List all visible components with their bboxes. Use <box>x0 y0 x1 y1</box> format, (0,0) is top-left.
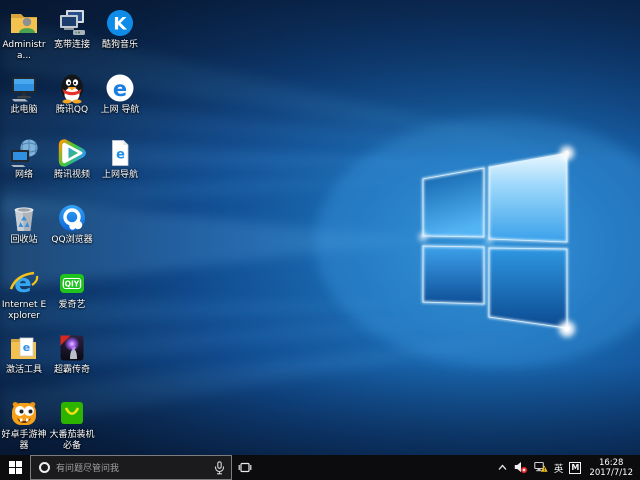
svg-text:K: K <box>113 15 127 35</box>
desktop-icon-iqiyi[interactable]: iQIYI 爱奇艺 <box>48 264 96 329</box>
system-tray: 英 M 16:28 2017/7/12 <box>494 455 640 480</box>
language-label: 英 <box>554 461 564 475</box>
qq-browser-icon <box>56 202 88 234</box>
windows-logo-icon <box>9 461 22 474</box>
tencent-video-icon <box>56 137 88 169</box>
desktop-icon-datomato[interactable]: 大番茄装机必备 <box>48 394 96 455</box>
tray-show-hidden-icons[interactable] <box>494 455 511 480</box>
tray-language-indicator[interactable]: 英 <box>551 455 567 480</box>
cortana-search-box[interactable]: 有问题尽管问我 <box>30 455 232 480</box>
cortana-icon <box>39 462 50 473</box>
web-nav-doc-icon: e <box>104 137 136 169</box>
recycle-bin-icon <box>8 202 40 234</box>
monster-game-icon <box>8 397 40 429</box>
desktop-icon-chaoba-legend[interactable]: 超霸传奇 <box>48 329 96 394</box>
desktop-icon-this-pc[interactable]: 此电脑 <box>0 69 48 134</box>
qq-penguin-icon <box>56 72 88 104</box>
network-warning-icon <box>534 461 548 474</box>
desktop-icon-label: 上网导航 <box>102 170 138 181</box>
taskbar-clock[interactable]: 16:28 2017/7/12 <box>584 458 637 478</box>
desktop-icon-label: 宽带连接 <box>54 40 90 51</box>
desktop-icon-web-nav[interactable]: e 上网 导航 <box>96 69 144 134</box>
legend-game-icon <box>56 332 88 364</box>
broadband-icon <box>56 7 88 39</box>
desktop[interactable]: Administra... 此电脑 网络 <box>0 0 640 455</box>
user-folder-icon <box>8 7 40 39</box>
clock-time: 16:28 <box>599 458 624 468</box>
desktop-icon-network[interactable]: 网络 <box>0 134 48 199</box>
desktop-icon-label: 腾讯视频 <box>54 170 90 181</box>
desktop-icon-web-nav-shortcut[interactable]: e 上网导航 <box>96 134 144 199</box>
svg-text:e: e <box>23 341 30 354</box>
desktop-icon-label: 激活工具 <box>6 365 42 376</box>
web-nav-circle-icon: e <box>104 72 136 104</box>
desktop-icon-recycle-bin[interactable]: 回收站 <box>0 199 48 264</box>
desktop-icon-label: 好卓手游神器 <box>0 430 48 451</box>
desktop-icon-qq-browser[interactable]: QQ浏览器 <box>48 199 96 264</box>
desktop-icon-label: Internet Explorer <box>0 300 48 321</box>
tomato-bag-icon <box>56 397 88 429</box>
taskbar: 有问题尽管问我 <box>0 455 640 480</box>
tray-volume-muted[interactable] <box>511 455 531 480</box>
network-icon <box>8 137 40 169</box>
clock-date: 2017/7/12 <box>589 468 633 478</box>
tray-ime-indicator[interactable]: M <box>566 455 584 480</box>
task-view-icon <box>238 461 252 474</box>
desktop-icon-label: 网络 <box>15 170 33 181</box>
desktop-icon-label: 腾讯QQ <box>56 105 88 116</box>
desktop-icon-internet-explorer[interactable]: e Internet Explorer <box>0 264 48 329</box>
desktop-icon-administrator[interactable]: Administra... <box>0 4 48 69</box>
search-placeholder: 有问题尽管问我 <box>56 461 214 474</box>
desktop-icon-label: 此电脑 <box>10 105 37 116</box>
kugou-music-icon: K <box>104 7 136 39</box>
microphone-icon[interactable] <box>214 461 225 475</box>
desktop-icon-activation-tool[interactable]: e 激活工具 <box>0 329 48 394</box>
desktop-icon-broadband[interactable]: 宽带连接 <box>48 4 96 69</box>
start-button[interactable] <box>0 455 30 480</box>
speaker-muted-icon <box>514 461 528 474</box>
desktop-icon-haozhuo-game[interactable]: 好卓手游神器 <box>0 394 48 455</box>
ime-badge: M <box>569 462 581 474</box>
this-pc-icon <box>8 72 40 104</box>
desktop-icon-label: 上网 导航 <box>101 105 140 116</box>
activation-folder-icon: e <box>8 332 40 364</box>
desktop-icon-label: 爱奇艺 <box>58 300 85 311</box>
iqiyi-icon: iQIYI <box>56 267 88 299</box>
desktop-icon-label: 超霸传奇 <box>54 365 90 376</box>
internet-explorer-icon: e <box>8 267 40 299</box>
desktop-icon-tencent-video[interactable]: 腾讯视频 <box>48 134 96 199</box>
svg-text:iQIYI: iQIYI <box>62 280 82 289</box>
desktop-icon-label: Administra... <box>0 40 48 61</box>
desktop-icon-label: 酷狗音乐 <box>102 40 138 51</box>
task-view-button[interactable] <box>232 455 258 480</box>
svg-text:e: e <box>113 77 127 101</box>
desktop-icon-tencent-qq[interactable]: 腾讯QQ <box>48 69 96 134</box>
desktop-icon-label: QQ浏览器 <box>51 235 92 246</box>
desktop-icon-label: 大番茄装机必备 <box>48 430 96 451</box>
desktop-icon-kugou[interactable]: K 酷狗音乐 <box>96 4 144 69</box>
tray-network-warning[interactable] <box>531 455 551 480</box>
svg-text:e: e <box>116 148 125 163</box>
desktop-icon-label: 回收站 <box>10 235 37 246</box>
chevron-up-icon <box>497 462 508 473</box>
